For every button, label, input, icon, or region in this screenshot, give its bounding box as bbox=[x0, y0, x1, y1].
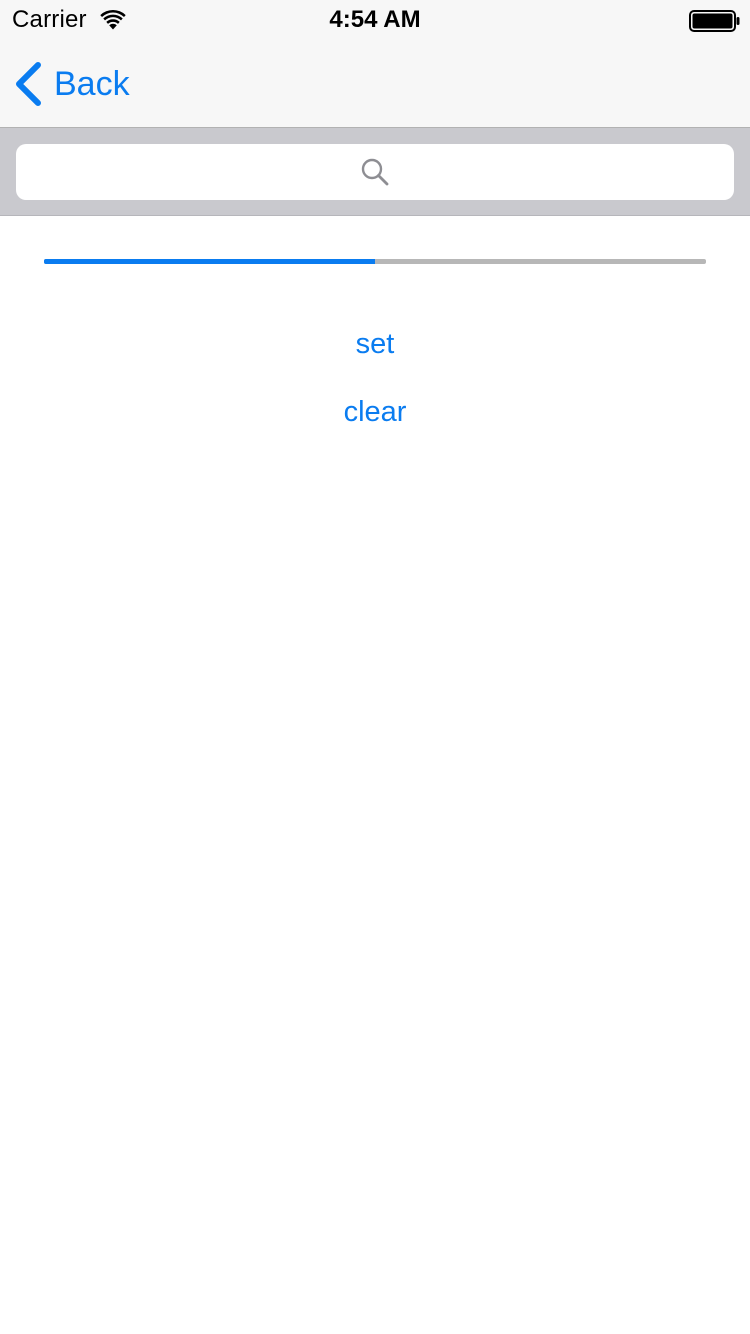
back-button-label: Back bbox=[54, 64, 130, 103]
top-bar: Carrier 4:54 AM Back bbox=[0, 0, 750, 128]
chevron-left-icon bbox=[16, 62, 41, 106]
battery-full-icon bbox=[689, 10, 740, 32]
progress-fill bbox=[44, 259, 375, 264]
clear-button[interactable]: clear bbox=[0, 394, 750, 430]
search-bar bbox=[0, 128, 750, 216]
back-button[interactable]: Back bbox=[14, 60, 130, 108]
navigation-bar: Back bbox=[0, 40, 750, 128]
progress-bar bbox=[44, 259, 706, 264]
search-field[interactable] bbox=[16, 144, 738, 202]
status-bar: Carrier 4:54 AM bbox=[0, 0, 750, 40]
status-time: 4:54 AM bbox=[329, 6, 421, 33]
screen: Carrier 4:54 AM Back set clear bbox=[0, 0, 750, 1334]
set-button[interactable]: set bbox=[0, 326, 750, 362]
search-input[interactable] bbox=[16, 144, 738, 202]
